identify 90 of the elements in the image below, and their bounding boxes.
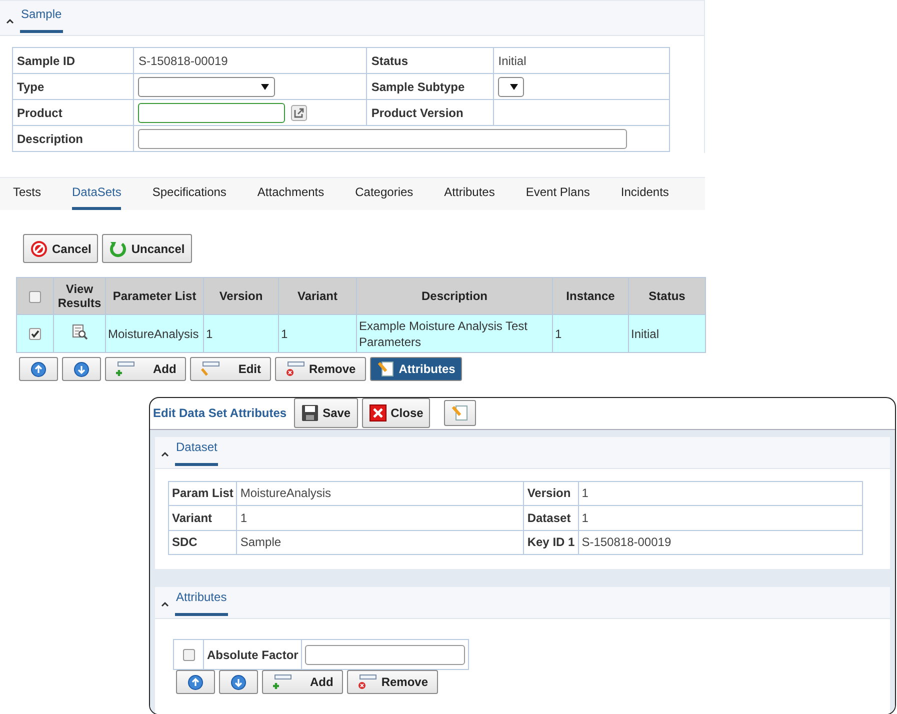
notes-button[interactable] xyxy=(444,400,476,426)
column-header: Version xyxy=(204,278,278,314)
table-cell: Initial xyxy=(628,314,706,352)
edit-row-icon xyxy=(200,361,220,377)
field-value: Sample xyxy=(236,530,524,554)
field-label: SDC xyxy=(168,530,237,554)
table-cell: 1 xyxy=(204,314,278,352)
caret-icon[interactable] xyxy=(6,18,14,24)
save-button[interactable]: Save xyxy=(294,398,358,428)
field-label: Key ID 1 xyxy=(524,530,578,554)
open-link-icon[interactable] xyxy=(291,104,308,120)
arrow-up-icon xyxy=(188,674,203,690)
close-button[interactable]: Close xyxy=(362,398,430,428)
uncancel-button[interactable]: Uncancel xyxy=(102,234,192,263)
column-header: Description xyxy=(356,278,552,314)
checkbox[interactable] xyxy=(29,290,41,303)
field-label: Sample ID xyxy=(12,48,134,74)
table-cell: 1 xyxy=(552,314,628,352)
remove-button[interactable]: Remove xyxy=(347,670,438,694)
tab[interactable]: Attributes xyxy=(444,185,495,210)
column-header: Parameter List xyxy=(106,278,204,314)
tab[interactable]: Incidents xyxy=(620,185,669,210)
caret-icon[interactable] xyxy=(161,601,169,607)
add-row-icon xyxy=(115,361,135,377)
field-label: Sample Subtype xyxy=(366,74,494,100)
prohibited-icon xyxy=(30,240,48,258)
remove-row-icon xyxy=(285,361,305,377)
add-button[interactable]: Add xyxy=(262,670,344,694)
cancel-button[interactable]: Cancel xyxy=(23,234,98,263)
field-value: 1 xyxy=(578,481,862,506)
field-label: Param List xyxy=(168,481,237,506)
section-title[interactable]: Attributes xyxy=(175,590,228,616)
tab[interactable]: Categories xyxy=(355,185,414,210)
column-header: Variant xyxy=(278,278,356,314)
tab[interactable]: Tests xyxy=(13,185,42,210)
tab[interactable]: Attachments xyxy=(257,185,324,210)
arrow-down-icon xyxy=(231,674,246,690)
field-value: S-150818-00019 xyxy=(134,48,367,74)
move-up-button[interactable] xyxy=(19,357,58,381)
remove-row-icon xyxy=(357,674,378,690)
move-up-button[interactable] xyxy=(176,670,215,694)
close-icon xyxy=(368,404,387,422)
note-pencil-icon xyxy=(451,404,470,422)
table-cell: Example Moisture Analysis Test Parameters xyxy=(356,314,552,352)
arrow-down-icon xyxy=(74,362,89,376)
tab[interactable]: Event Plans xyxy=(526,185,590,210)
subtype-dropdown[interactable] xyxy=(498,76,524,96)
field-value: Initial xyxy=(494,48,670,74)
field-value: 1 xyxy=(578,506,862,530)
field-label: Description xyxy=(12,126,134,152)
move-down-button[interactable] xyxy=(219,670,258,694)
column-header: View Results xyxy=(54,278,106,314)
add-row-icon xyxy=(272,674,292,690)
remove-button[interactable]: Remove xyxy=(275,357,366,381)
table-cell: MoistureAnalysis xyxy=(106,314,204,352)
dropdown-arrow-icon xyxy=(510,84,518,90)
field-label: Product Version xyxy=(366,100,494,126)
attribute-value-field[interactable] xyxy=(305,644,466,664)
field-label: Type xyxy=(12,74,134,100)
description-field[interactable] xyxy=(138,128,628,148)
note-pencil-icon xyxy=(376,360,395,378)
field-label: Dataset xyxy=(524,506,578,530)
attributes-button[interactable]: Attributes xyxy=(370,357,462,381)
field-value: MoistureAnalysis xyxy=(236,481,524,506)
field-label: Product xyxy=(12,100,134,126)
type-dropdown[interactable] xyxy=(138,76,276,96)
checkbox[interactable] xyxy=(29,328,41,340)
field-label: Variant xyxy=(168,506,237,530)
column-header: Status xyxy=(628,278,706,314)
refresh-icon xyxy=(109,240,128,258)
field-label: Version xyxy=(524,481,578,506)
section-title[interactable]: Dataset xyxy=(175,440,218,466)
checkbox[interactable] xyxy=(182,649,194,662)
edit-button[interactable]: Edit xyxy=(190,357,271,381)
field-value: 1 xyxy=(236,506,524,530)
dropdown-arrow-icon xyxy=(261,84,270,90)
move-down-button[interactable] xyxy=(62,357,101,381)
field-label: Status xyxy=(366,48,494,74)
dialog-title: Edit Data Set Attributes xyxy=(153,406,287,420)
column-header: Instance xyxy=(552,278,628,314)
add-button[interactable]: Add xyxy=(105,357,186,381)
tab[interactable]: Specifications xyxy=(152,185,226,210)
view-results-icon[interactable] xyxy=(72,324,88,340)
product-field[interactable] xyxy=(138,102,286,122)
arrow-up-icon xyxy=(31,362,46,376)
table-cell: 1 xyxy=(278,314,356,352)
field-value: S-150818-00019 xyxy=(578,530,862,554)
caret-icon[interactable] xyxy=(161,450,169,456)
tab[interactable]: DataSets xyxy=(72,185,122,210)
section-title[interactable]: Sample xyxy=(20,7,63,33)
